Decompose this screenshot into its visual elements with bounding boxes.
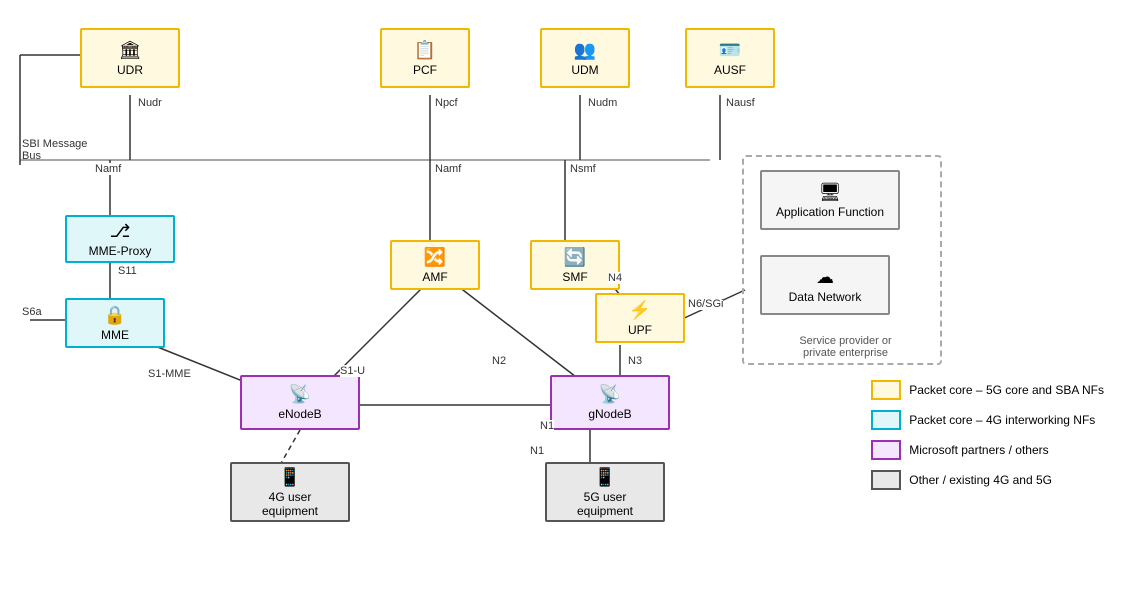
enodeb-node: 📡 eNodeB	[240, 375, 360, 430]
upf-node: ⚡ UPF	[595, 293, 685, 343]
smf-label: SMF	[562, 270, 587, 284]
s11-label: S11	[118, 265, 137, 277]
mme-icon: 🔒	[104, 305, 126, 326]
udm-label: UDM	[571, 63, 598, 77]
legend-box-yellow	[871, 380, 901, 400]
legend-label-purple: Microsoft partners / others	[909, 443, 1048, 457]
upf-icon: ⚡	[629, 300, 651, 321]
af-label: Application Function	[776, 205, 884, 219]
dn-label: Data Network	[789, 290, 862, 304]
s6a-label: S6a	[22, 306, 42, 318]
ue5g-label: 5G user equipment	[555, 490, 655, 518]
legend: Packet core – 5G core and SBA NFs Packet…	[871, 380, 1104, 490]
n2-label: N2	[492, 355, 506, 367]
amf-label: AMF	[422, 270, 447, 284]
amf-icon: 🔀	[424, 247, 446, 268]
mme-proxy-node: ⎇ MME-Proxy	[65, 215, 175, 263]
sbi-label: SBI MessageBus	[22, 138, 87, 162]
smf-icon: 🔄	[564, 247, 586, 268]
s1u-label: S1-U	[340, 365, 365, 377]
ausf-icon: 🪪	[719, 40, 741, 61]
nsmf-label: Nsmf	[570, 163, 596, 175]
diagram-container: 🏛 UDR 📋 PCF 👥 UDM 🪪 AUSF Nudr Npcf Nudm …	[0, 0, 1124, 593]
legend-label-dark: Other / existing 4G and 5G	[909, 473, 1052, 487]
udr-node: 🏛 UDR	[80, 28, 180, 88]
legend-box-cyan	[871, 410, 901, 430]
amf-node: 🔀 AMF	[390, 240, 480, 290]
ue5g-icon: 📱	[594, 467, 616, 488]
gnodeb-node: 📡 gNodeB	[550, 375, 670, 430]
nudm-label: Nudm	[588, 97, 617, 109]
legend-item-dark: Other / existing 4G and 5G	[871, 470, 1104, 490]
udr-label: UDR	[117, 63, 143, 77]
n1-label: N1	[530, 445, 544, 457]
legend-item-purple: Microsoft partners / others	[871, 440, 1104, 460]
legend-label-yellow: Packet core – 5G core and SBA NFs	[909, 383, 1104, 397]
enodeb-label: eNodeB	[278, 407, 321, 421]
smf-node: 🔄 SMF	[530, 240, 620, 290]
pcf-label: PCF	[413, 63, 437, 77]
n1-2-label: N1	[540, 420, 554, 432]
ue4g-icon: 📱	[279, 467, 301, 488]
n3-label: N3	[628, 355, 642, 367]
legend-box-dark	[871, 470, 901, 490]
af-node: 🖥 Application Function	[760, 170, 900, 230]
mme-proxy-icon: ⎇	[110, 221, 131, 242]
mme-label: MME	[101, 328, 129, 342]
nausf-label: Nausf	[726, 97, 755, 109]
enodeb-icon: 📡	[289, 384, 311, 405]
ue5g-node: 📱 5G user equipment	[545, 462, 665, 522]
legend-box-purple	[871, 440, 901, 460]
npcf-label: Npcf	[435, 97, 458, 109]
udm-node: 👥 UDM	[540, 28, 630, 88]
service-provider-label: Service provider orprivate enterprise	[758, 335, 933, 359]
legend-item-yellow: Packet core – 5G core and SBA NFs	[871, 380, 1104, 400]
dn-icon: ☁	[816, 267, 834, 288]
n4-label: N4	[608, 272, 622, 284]
legend-item-cyan: Packet core – 4G interworking NFs	[871, 410, 1104, 430]
udr-icon: 🏛	[119, 40, 142, 61]
af-icon: 🖥	[819, 182, 842, 203]
pcf-node: 📋 PCF	[380, 28, 470, 88]
mme-node: 🔒 MME	[65, 298, 165, 348]
legend-label-cyan: Packet core – 4G interworking NFs	[909, 413, 1095, 427]
ue4g-label: 4G user equipment	[240, 490, 340, 518]
nudr-label: Nudr	[138, 97, 162, 109]
ue4g-node: 📱 4G user equipment	[230, 462, 350, 522]
udm-icon: 👥	[574, 40, 596, 61]
gnodeb-label: gNodeB	[588, 407, 631, 421]
s1mme-label: S1-MME	[148, 368, 191, 380]
upf-label: UPF	[628, 323, 652, 337]
gnodeb-icon: 📡	[599, 384, 621, 405]
mme-proxy-label: MME-Proxy	[89, 244, 152, 258]
pcf-icon: 📋	[414, 40, 436, 61]
dn-node: ☁ Data Network	[760, 255, 890, 315]
ausf-label: AUSF	[714, 63, 746, 77]
ausf-node: 🪪 AUSF	[685, 28, 775, 88]
namf-amf-label: Namf	[435, 163, 461, 175]
namf-left-label: Namf	[95, 163, 121, 175]
n6-label: N6/SGi	[688, 298, 723, 310]
